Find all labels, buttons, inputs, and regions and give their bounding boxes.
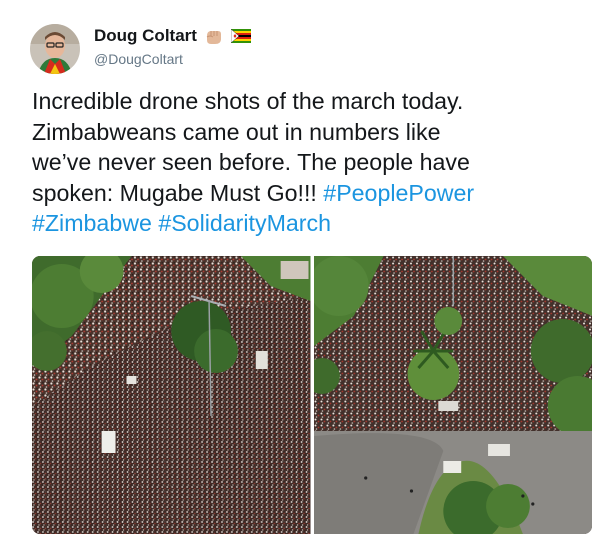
text-segment: spoken: Mugabe Must Go!!! — [32, 179, 324, 206]
tweet-text-line-5: #Zimbabwe #SolidarityMarch — [32, 208, 592, 239]
text-segment: Zimbabweans came out in numbers like — [32, 118, 441, 145]
media-grid — [32, 256, 592, 534]
hashtag-peoplepower[interactable]: #PeoplePower — [323, 180, 474, 206]
drone-photo-left[interactable] — [32, 256, 311, 534]
tweet-text-line-1: Incredible drone shots of the march toda… — [32, 86, 592, 117]
zimbabwe-flag-icon — [230, 27, 251, 45]
drone-photo-right[interactable] — [313, 256, 592, 534]
author-name-row[interactable]: Doug Coltart — [94, 26, 251, 46]
hashtag-zimbabwe[interactable]: #Zimbabwe — [32, 210, 152, 236]
author-name[interactable]: Doug Coltart — [94, 26, 197, 46]
text-segment: we’ve never seen before. The people have — [32, 149, 470, 176]
tweet-text-line-2: Zimbabweans came out in numbers like — [32, 117, 592, 148]
raised-fist-icon — [204, 27, 224, 45]
hashtag-solidaritymarch[interactable]: #SolidarityMarch — [158, 210, 331, 236]
text-segment: Incredible drone shots of the march toda… — [32, 88, 464, 114]
tweet-text-line-3: we’ve never seen before. The people have — [32, 147, 592, 178]
tweet-text-line-4: spoken: Mugabe Must Go!!! #PeoplePower — [32, 178, 592, 209]
author-handle[interactable]: @DougColtart — [94, 51, 183, 67]
tweet-text: Incredible drone shots of the march toda… — [32, 86, 592, 239]
avatar[interactable] — [30, 24, 80, 74]
